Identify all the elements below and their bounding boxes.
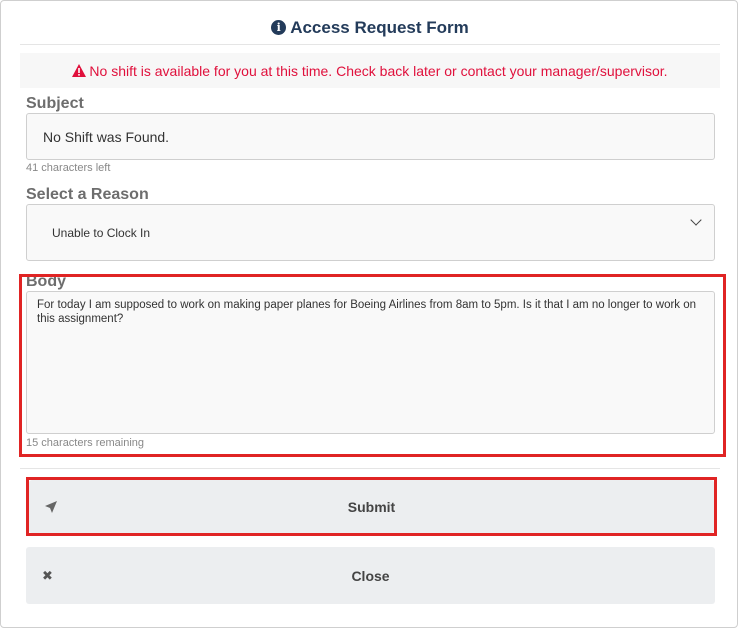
divider (20, 468, 720, 469)
page-title: Access Request Form (290, 18, 469, 37)
subject-input[interactable]: No Shift was Found. (26, 113, 715, 160)
subject-label: Subject (26, 95, 84, 112)
submit-highlight-box (26, 477, 717, 536)
close-x-icon: ✖ (42, 567, 53, 583)
alert-text: No shift is available for you at this ti… (89, 62, 668, 79)
modal-header: i Access Request Form (20, 12, 720, 45)
chevron-down-icon (690, 214, 702, 226)
subject-counter: 41 characters left (26, 162, 111, 174)
warning-triangle-icon (72, 64, 87, 77)
no-shift-alert: No shift is available for you at this ti… (20, 53, 720, 88)
reason-value: Unable to Clock In (52, 226, 151, 240)
reason-select[interactable]: Unable to Clock In (26, 204, 715, 261)
close-label: Close (351, 567, 390, 584)
reason-label: Select a Reason (26, 186, 149, 203)
close-button[interactable]: ✖ Close (26, 547, 715, 604)
subject-value: No Shift was Found. (43, 129, 170, 145)
info-circle-icon: i (271, 19, 287, 35)
body-highlight-box (19, 274, 726, 457)
